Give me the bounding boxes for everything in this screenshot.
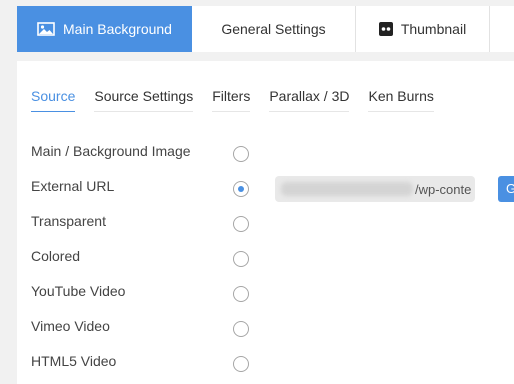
radio-colored[interactable] — [233, 251, 249, 267]
tab-main-background-label: Main Background — [63, 21, 172, 37]
radio-transparent[interactable] — [233, 216, 249, 232]
external-url-button[interactable]: G — [498, 176, 514, 202]
option-vimeo-video-label: Vimeo Video — [31, 318, 110, 334]
tab-main-background[interactable]: Main Background — [17, 6, 192, 52]
tab-thumbnail[interactable]: Thumbnail — [356, 6, 489, 52]
image-icon — [37, 22, 55, 36]
source-subtabs: Source Source Settings Filters Parallax … — [31, 88, 453, 112]
external-url-input[interactable]: /wp-conte — [275, 176, 475, 202]
tab-general-settings-label: General Settings — [221, 21, 326, 37]
radio-vimeo-video[interactable] — [233, 321, 249, 337]
subtab-source[interactable]: Source — [31, 88, 76, 112]
radio-youtube-video[interactable] — [233, 286, 249, 302]
tab-thumbnail-label: Thumbnail — [400, 21, 467, 37]
url-visible-text: /wp-conte — [415, 181, 472, 197]
tab-next-partial[interactable] — [490, 6, 514, 52]
top-tab-bar: Main Background General Settings Thumbna… — [0, 0, 514, 56]
option-transparent-label: Transparent — [31, 213, 106, 229]
radio-main-background-image[interactable] — [233, 146, 249, 162]
thumbnail-icon — [378, 22, 393, 36]
radio-html5-video[interactable] — [233, 356, 249, 372]
option-html5-video-label: HTML5 Video — [31, 353, 117, 369]
option-external-url-label: External URL — [31, 178, 115, 194]
subtab-ken-burns[interactable]: Ken Burns — [368, 88, 434, 112]
subtab-source-settings[interactable]: Source Settings — [94, 88, 194, 112]
tab-general-settings[interactable]: General Settings — [192, 6, 355, 52]
url-blurred-part — [281, 182, 413, 196]
option-colored-label: Colored — [31, 248, 81, 264]
subtab-parallax-3d[interactable]: Parallax / 3D — [269, 88, 350, 112]
option-main-background-image-label: Main / Background Image — [31, 143, 191, 159]
subtab-filters[interactable]: Filters — [212, 88, 251, 112]
option-youtube-video-label: YouTube Video — [31, 283, 126, 299]
radio-external-url[interactable] — [233, 181, 249, 197]
